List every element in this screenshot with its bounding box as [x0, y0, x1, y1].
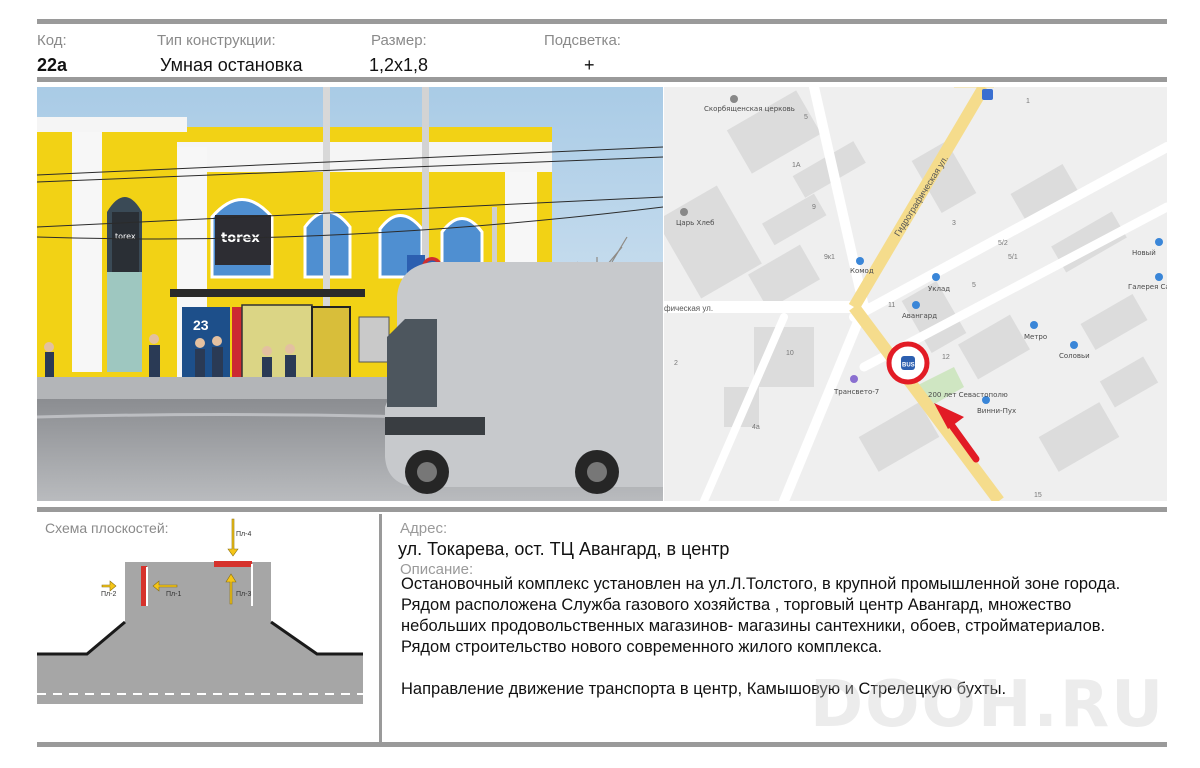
light-label: Подсветка: — [544, 32, 621, 49]
description-line-1: Остановочный комплекс установлен на ул.Л… — [401, 575, 1121, 593]
map-illustration: Гидрографическая ул. фическая ул. Скорбя… — [664, 87, 1167, 501]
type-value: Умная остановка — [160, 55, 303, 75]
bldg-10: 10 — [786, 350, 794, 357]
place-transsveto: Трансвето-7 — [833, 388, 879, 396]
planes-scheme: Схема плоскостей: Пл-1 Пл-2 Пл-3 Пл-4 — [37, 514, 382, 742]
description-line-3: небольших продовольственных магазинов- м… — [401, 617, 1106, 635]
bldg-4a: 4а — [752, 424, 760, 431]
scheme-diagram: Пл-1 Пл-2 Пл-3 Пл-4 — [37, 518, 363, 704]
plane-label-3: Пл-3 — [236, 591, 251, 598]
location-photo: torex torex 23 — [37, 87, 663, 501]
code-label: Код: — [37, 32, 67, 49]
bottom-rule — [37, 742, 1167, 747]
place-metro: Метро — [1024, 333, 1047, 341]
location-map: Гидрографическая ул. фическая ул. Скорбя… — [664, 87, 1167, 501]
place-novyi: Новый — [1132, 249, 1156, 257]
bldg-1: 1 — [1026, 98, 1030, 105]
size-label: Размер: — [371, 32, 427, 49]
address-label: Адрес: — [400, 520, 448, 537]
top-rule — [37, 19, 1167, 24]
plane-label-2: Пл-2 — [101, 591, 116, 598]
place-200-let: 200 лет Севастополю — [928, 391, 1008, 399]
plane-label-1: Пл-1 — [166, 591, 181, 598]
bldg-1a: 1А — [792, 162, 801, 169]
plane-red-top — [214, 561, 252, 567]
street-label-west: фическая ул. — [664, 304, 713, 313]
bldg-9: 9 — [812, 204, 816, 211]
place-uklad: Уклад — [928, 285, 950, 293]
bldg-15: 15 — [1034, 492, 1042, 499]
code-value: 22а — [37, 55, 68, 75]
bldg-5-2: 5/2 — [998, 240, 1008, 247]
plane-label-4: Пл-4 — [236, 531, 251, 538]
board-number: 23 — [193, 317, 209, 333]
photo-illustration: torex torex 23 — [37, 87, 663, 501]
place-avangard: Авангард — [902, 312, 937, 320]
bldg-5a: 5 — [804, 114, 808, 121]
watermark: DOOH.RU — [810, 668, 1166, 742]
place-vinni: Винни-Пух — [977, 407, 1016, 415]
marker-label: BUS — [902, 363, 915, 369]
size-value: 1,2х1,8 — [369, 55, 429, 75]
type-label: Тип конструкции: — [157, 32, 276, 49]
bldg-12: 12 — [942, 354, 950, 361]
torex-sign-small: torex — [115, 232, 136, 241]
bldg-2: 2 — [674, 360, 678, 367]
place-komod: Комод — [850, 267, 874, 275]
description-line-2: Рядом расположена Служба газового хозяйс… — [401, 596, 1072, 614]
address-value: ул. Токарева, ост. ТЦ Авангард, в центр — [398, 539, 730, 559]
mid-rule — [37, 507, 1167, 512]
bldg-5-1: 5/1 — [1008, 254, 1018, 261]
place-galereya: Галерея Саквояж — [1128, 283, 1167, 291]
bldg-5b: 5 — [972, 282, 976, 289]
bldg-9k1: 9к1 — [824, 254, 835, 261]
light-value: + — [584, 55, 595, 75]
place-church: Скорбященская церковь — [704, 105, 795, 113]
place-solovi: Соловьи — [1059, 352, 1090, 360]
bldg-11: 11 — [888, 302, 895, 309]
description-line-4: Рядом строительство нового современного … — [401, 638, 883, 656]
header-rule — [37, 77, 1167, 82]
bldg-3: 3 — [952, 220, 956, 227]
place-bakery: Царь Хлеб — [676, 219, 714, 227]
